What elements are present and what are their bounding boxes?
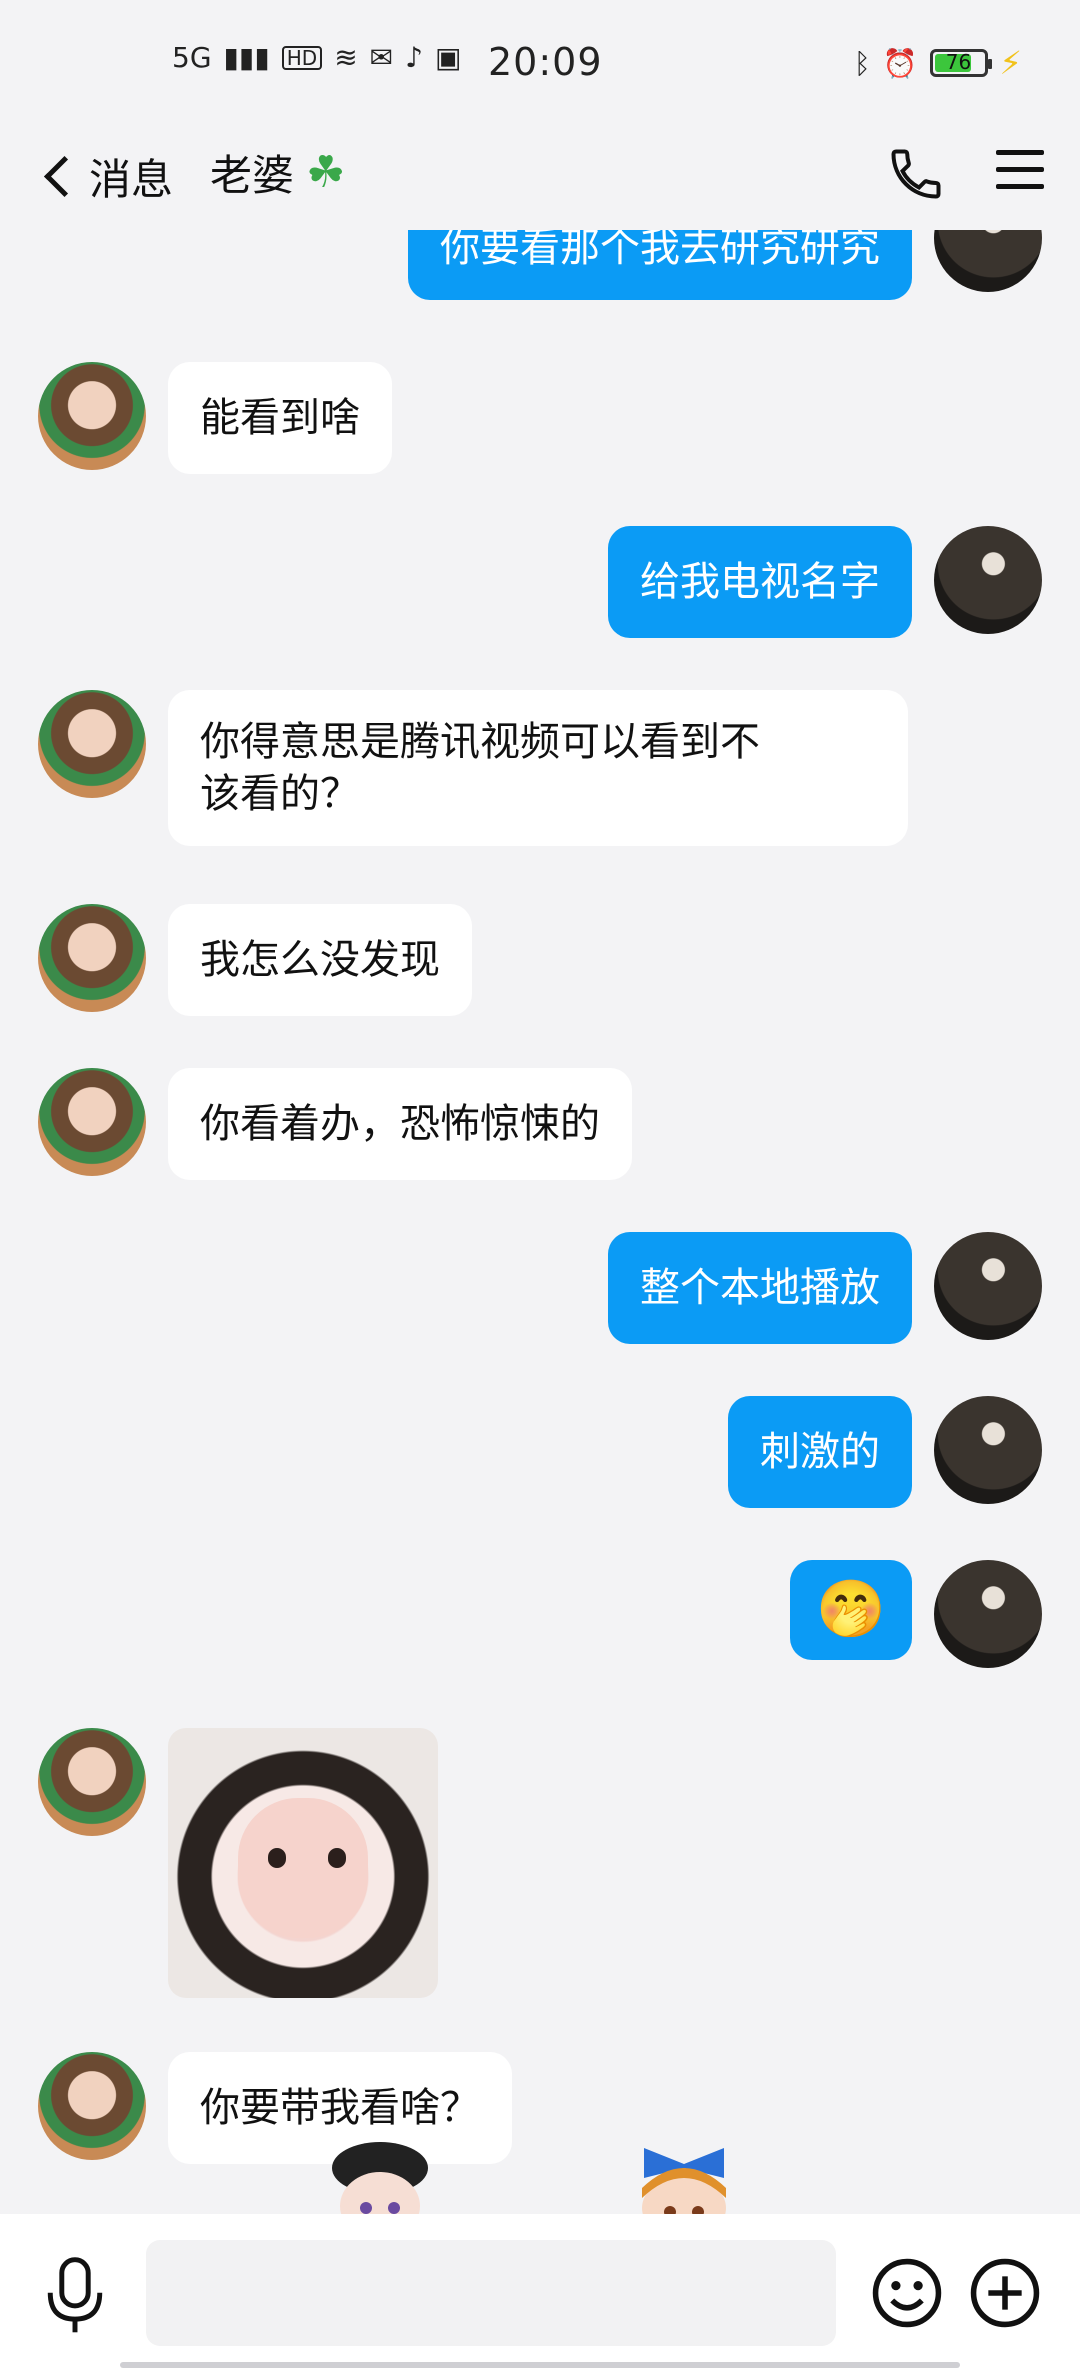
- message-bubble-outgoing[interactable]: 给我电视名字: [608, 526, 912, 638]
- wifi-icon: ≋: [334, 41, 358, 74]
- emoji-message-bubble[interactable]: 🤭: [790, 1560, 912, 1660]
- wechat-icon: ✉: [369, 41, 394, 74]
- baby-eye-right: [328, 1848, 346, 1868]
- app-notification-icon: ▣: [435, 41, 462, 74]
- message-input[interactable]: [146, 2240, 836, 2346]
- home-indicator[interactable]: [120, 2362, 960, 2368]
- contact-avatar[interactable]: [38, 2052, 146, 2160]
- battery-percent: 76: [945, 50, 972, 74]
- my-avatar[interactable]: [934, 526, 1042, 634]
- clover-emoji: ☘: [306, 147, 346, 198]
- message-list[interactable]: 你要看那个我去研究研究 能看到啥 给我电视名字 你得意思是腾讯视频可以看到不 该…: [0, 230, 1080, 2210]
- message-bubble-incoming[interactable]: 你得意思是腾讯视频可以看到不 该看的？: [168, 690, 908, 846]
- back-button[interactable]: 消息: [40, 146, 173, 207]
- my-avatar[interactable]: [934, 1560, 1042, 1668]
- message-bubble-incoming[interactable]: 我怎么没发现: [168, 904, 472, 1016]
- contact-avatar[interactable]: [38, 690, 146, 798]
- status-bar: 5G ▮▮▮ HD ≋ ✉ ♪ ▣ 20:09 ᛒ ⏰ 76 ⚡: [0, 0, 1080, 120]
- alarm-icon: ⏰: [882, 46, 918, 80]
- baby-eye-left: [268, 1848, 286, 1868]
- network-label: 5G: [172, 41, 212, 74]
- phone-icon[interactable]: [886, 144, 946, 204]
- contact-avatar[interactable]: [38, 1728, 146, 1836]
- contact-avatar[interactable]: [38, 362, 146, 470]
- sticker-image-baby[interactable]: [168, 1728, 438, 1998]
- signal-icon: ▮▮▮: [223, 41, 270, 74]
- clock: 20:09: [488, 40, 603, 84]
- chat-header: 消息 老婆 ☘: [0, 120, 1080, 230]
- input-bar: [0, 2214, 1080, 2376]
- battery-icon: 76: [929, 49, 992, 77]
- message-bubble-outgoing[interactable]: 你要看那个我去研究研究: [408, 230, 912, 300]
- my-avatar[interactable]: [934, 230, 1042, 292]
- hd-badge: HD: [281, 46, 323, 70]
- my-avatar[interactable]: [934, 1232, 1042, 1340]
- microphone-icon[interactable]: [42, 2256, 108, 2336]
- contact-name: 老婆: [210, 151, 295, 200]
- contact-avatar[interactable]: [38, 904, 146, 1012]
- back-label: 消息: [89, 155, 174, 204]
- bluetooth-icon: ᛒ: [853, 46, 871, 80]
- my-avatar[interactable]: [934, 1396, 1042, 1504]
- message-bubble-incoming[interactable]: 你看着办，恐怖惊悚的: [168, 1068, 632, 1180]
- contact-avatar[interactable]: [38, 1068, 146, 1176]
- status-icons-right: ᛒ ⏰ 76 ⚡: [854, 44, 1022, 82]
- tiktok-icon: ♪: [405, 41, 424, 74]
- charging-icon: ⚡: [999, 44, 1022, 82]
- status-icons-left: 5G ▮▮▮ HD ≋ ✉ ♪ ▣: [172, 44, 461, 72]
- plus-icon[interactable]: [968, 2256, 1042, 2330]
- chat-title[interactable]: 老婆 ☘: [210, 142, 345, 203]
- baby-face: [238, 1798, 368, 1938]
- message-bubble-incoming[interactable]: 能看到啥: [168, 362, 392, 474]
- menu-icon[interactable]: [996, 150, 1044, 190]
- back-chevron-icon: [43, 155, 86, 198]
- message-bubble-outgoing[interactable]: 整个本地播放: [608, 1232, 912, 1344]
- emoji-icon[interactable]: [870, 2256, 944, 2330]
- message-bubble-outgoing[interactable]: 刺激的: [728, 1396, 912, 1508]
